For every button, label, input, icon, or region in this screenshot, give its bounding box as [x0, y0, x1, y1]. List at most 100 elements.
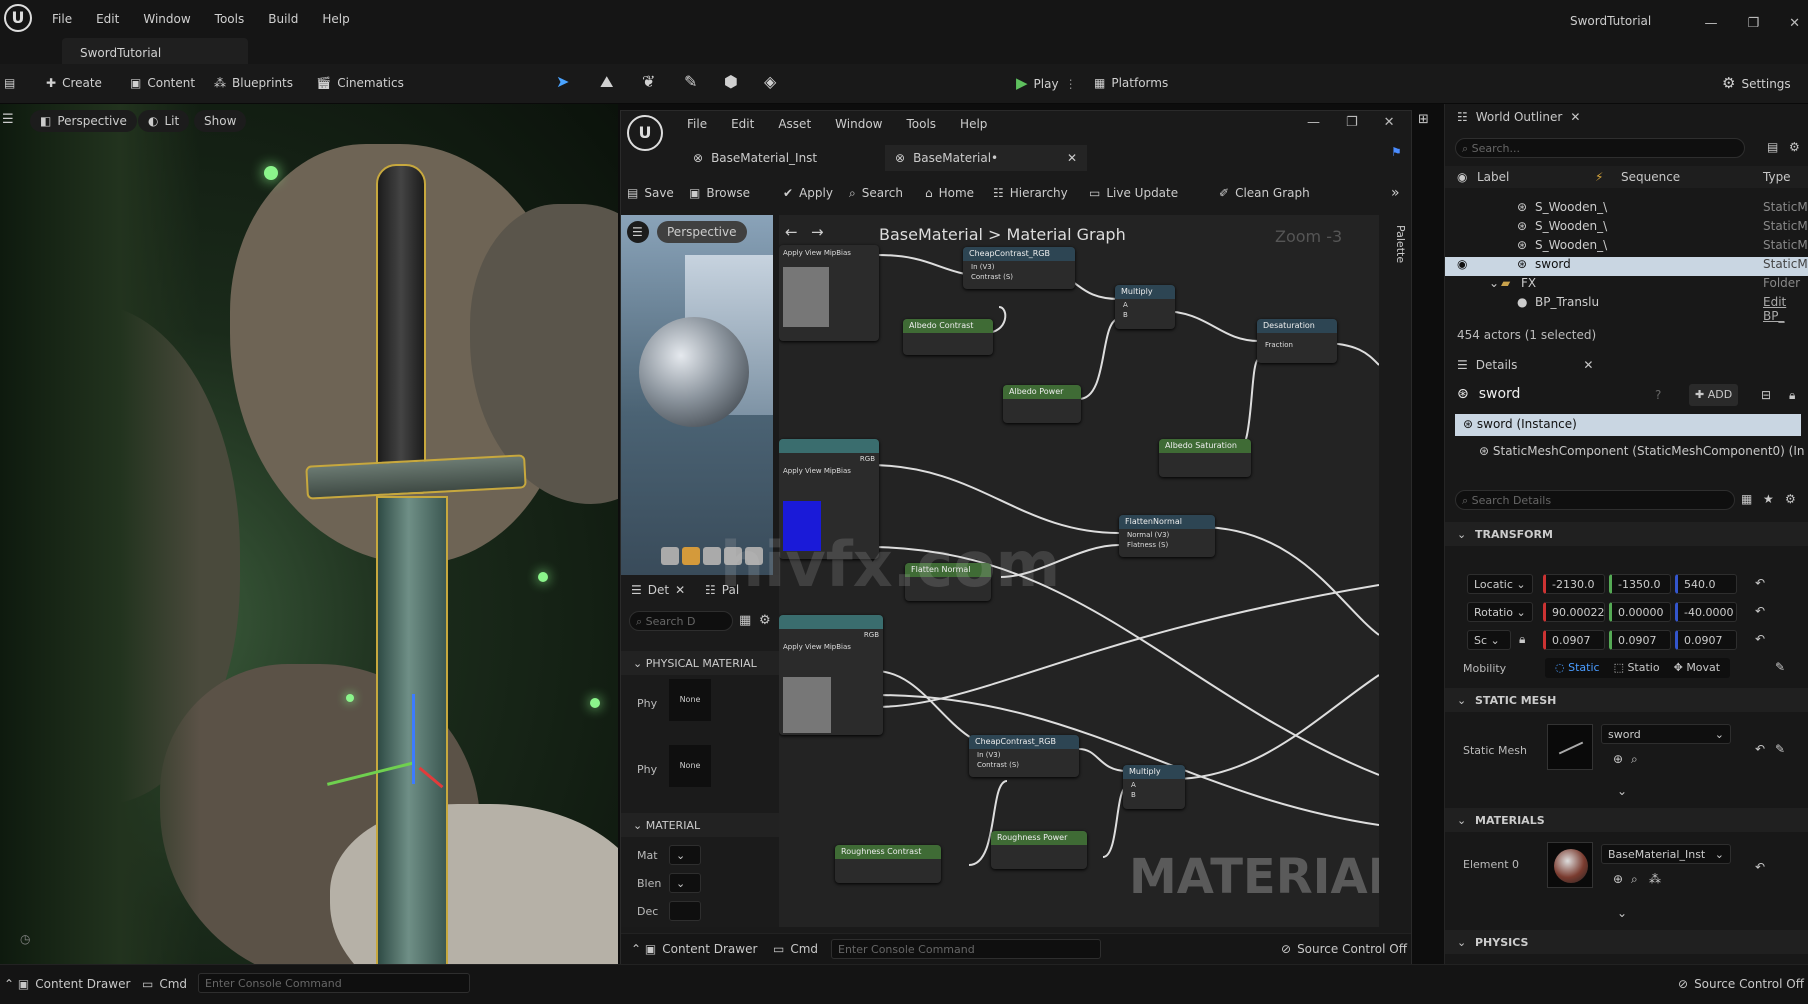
mobility-static[interactable]: ◌ Static: [1555, 661, 1600, 675]
me-menu-edit[interactable]: Edit: [731, 117, 754, 131]
table-view-icon[interactable]: ▦: [739, 613, 751, 628]
me-menu-asset[interactable]: Asset: [778, 117, 811, 131]
decal-dropdown[interactable]: [669, 901, 701, 921]
play-button[interactable]: ▶ Play ⋮: [1016, 76, 1077, 91]
sword-hilt[interactable]: [376, 164, 426, 494]
multiply-node[interactable]: Multiply A B: [1115, 285, 1175, 329]
star-icon[interactable]: ★: [1763, 492, 1774, 506]
cylinder-icon[interactable]: [661, 547, 679, 565]
foliage-mode-icon[interactable]: ❦: [642, 72, 655, 91]
blend-mode-dropdown[interactable]: ⌄: [669, 873, 701, 893]
pin-icon[interactable]: ⚡: [1595, 170, 1603, 184]
landscape-mode-icon[interactable]: ⛰: [600, 72, 613, 92]
details-tab[interactable]: ☰ Det ✕: [631, 583, 685, 597]
physical-material-section[interactable]: ⌄ PHYSICAL MATERIAL: [621, 651, 779, 675]
hierarchy-button[interactable]: ☷ Hierarchy: [993, 181, 1068, 205]
source-control-icon[interactable]: ⚑: [1391, 145, 1402, 159]
cheapcontrast-node-roughness[interactable]: CheapContrast_RGB In (V3) Contrast (S): [969, 735, 1079, 777]
details-tab[interactable]: ☰ Details ✕: [1457, 358, 1593, 372]
add-component-button[interactable]: ✚ ADD: [1689, 384, 1739, 406]
list-item-selected[interactable]: ◉⊛swordStaticMe: [1445, 257, 1808, 276]
close-icon[interactable]: ✕: [1583, 358, 1593, 372]
phys-material-thumb[interactable]: None: [669, 745, 711, 787]
transform-section[interactable]: TRANSFORM: [1445, 522, 1808, 546]
apply-button[interactable]: ✔ Apply: [783, 181, 833, 205]
rotation-dropdown[interactable]: Rotatio ⌄: [1467, 602, 1533, 622]
table-view-icon[interactable]: ▦: [1741, 492, 1752, 506]
level-tab[interactable]: SwordTutorial: [62, 38, 248, 64]
me-source-control-button[interactable]: ⊘ Source Control Off: [1281, 942, 1407, 956]
expand-toolbar-icon[interactable]: »: [1391, 181, 1400, 205]
save-icon[interactable]: ▤: [4, 76, 15, 90]
scale-z[interactable]: 0.0907: [1675, 630, 1737, 650]
static-mesh-dropdown[interactable]: sword ⌄: [1601, 724, 1731, 744]
albedo-power-param[interactable]: Albedo Power: [1003, 385, 1081, 423]
menu-build[interactable]: Build: [268, 12, 298, 26]
select-mode-icon[interactable]: ➤: [556, 72, 569, 91]
close-tab-icon[interactable]: ✕: [1067, 151, 1077, 165]
material-preview-viewport[interactable]: ☰ Perspective: [621, 215, 773, 575]
cheapcontrast-node[interactable]: CheapContrast_RGB In (V3) Contrast (S): [963, 247, 1075, 289]
instance-row[interactable]: ⊛ sword (Instance): [1455, 414, 1801, 436]
rotation-z[interactable]: -40.0000: [1675, 602, 1737, 622]
brush-icon[interactable]: ✎: [1775, 742, 1785, 756]
preview-menu-icon[interactable]: ☰: [627, 221, 649, 243]
help-icon[interactable]: ?: [1655, 388, 1661, 402]
rotation-x[interactable]: 90.00022: [1543, 602, 1605, 622]
close-icon[interactable]: ✕: [1789, 16, 1800, 31]
brush-icon[interactable]: ✎: [1775, 660, 1785, 674]
content-drawer-button[interactable]: ⌃ ▣ Content Drawer: [4, 977, 130, 991]
rotation-y[interactable]: 0.00000: [1609, 602, 1671, 622]
sequence-column[interactable]: Sequence: [1621, 170, 1680, 184]
gear-icon[interactable]: ⚙: [759, 613, 771, 628]
blueprints-button[interactable]: ⁂ Blueprints: [214, 76, 293, 90]
list-item[interactable]: ⊛S_Wooden_\StaticMe: [1445, 219, 1808, 238]
me-menu-window[interactable]: Window: [835, 117, 882, 131]
lock-icon[interactable]: 🔒︎: [1789, 388, 1795, 403]
reset-icon[interactable]: ↶: [1755, 632, 1765, 646]
content-button[interactable]: ▣ Content: [130, 76, 195, 90]
clean-graph-button[interactable]: ✐ Clean Graph: [1219, 181, 1310, 205]
platforms-button[interactable]: ▦ Platforms: [1094, 76, 1168, 90]
level-viewport[interactable]: ☰ ◧ Perspective ◐ Lit Show ◷: [0, 104, 618, 964]
blueprint-icon[interactable]: ⊟: [1761, 388, 1771, 402]
browse-asset-icon[interactable]: ⊕: [1613, 872, 1623, 886]
restore-icon[interactable]: ❐: [1346, 115, 1358, 130]
location-x[interactable]: -2130.0: [1543, 574, 1605, 594]
tab-basematerial[interactable]: ⊗ BaseMaterial• ✕: [885, 145, 1087, 171]
mesh-paint-icon[interactable]: ✎: [684, 72, 697, 91]
eye-icon[interactable]: ◉: [1457, 170, 1467, 184]
chevron-down-icon[interactable]: ⌄: [1489, 276, 1499, 290]
lit-button[interactable]: ◐ Lit: [138, 110, 190, 132]
texture-sample-node[interactable]: Apply View MipBias: [779, 245, 879, 341]
browse-button[interactable]: ▣ Browse: [689, 181, 750, 205]
source-control-button[interactable]: ⊘ Source Control Off: [1678, 977, 1804, 991]
modeling-icon[interactable]: ◈: [764, 72, 776, 91]
albedo-contrast-param[interactable]: Albedo Contrast: [903, 319, 993, 355]
static-mesh-section[interactable]: STATIC MESH: [1445, 688, 1808, 712]
lock-icon[interactable]: 🔒︎: [1519, 632, 1525, 647]
minimize-icon[interactable]: —: [1307, 115, 1320, 130]
outliner-search-input[interactable]: ⌕ Search...: [1455, 138, 1745, 158]
settings-button[interactable]: ⚙ Settings: [1722, 76, 1791, 91]
sphere-icon[interactable]: [682, 547, 700, 565]
home-button[interactable]: ⌂ Home: [925, 181, 974, 205]
me-content-drawer-button[interactable]: ⌃ ▣ Content Drawer: [631, 942, 757, 956]
physics-section[interactable]: PHYSICS: [1445, 930, 1808, 954]
list-item[interactable]: ⊛S_Wooden_\StaticMe: [1445, 238, 1808, 257]
menu-file[interactable]: File: [52, 12, 72, 26]
save-button[interactable]: ▤ Save: [627, 181, 674, 205]
scale-dropdown[interactable]: Sc ⌄: [1467, 630, 1511, 650]
me-menu-help[interactable]: Help: [960, 117, 987, 131]
menu-help[interactable]: Help: [322, 12, 349, 26]
gear-icon[interactable]: ⚙: [1785, 492, 1796, 506]
roughness-power-param[interactable]: Roughness Power: [991, 831, 1087, 869]
forward-arrow-icon[interactable]: →: [811, 223, 824, 241]
minimize-icon[interactable]: —: [1704, 16, 1717, 31]
viewport-menu-icon[interactable]: ☰: [2, 112, 14, 127]
reset-icon[interactable]: ↶: [1755, 576, 1765, 590]
type-column[interactable]: Type: [1763, 170, 1791, 184]
roughness-contrast-param[interactable]: Roughness Contrast: [835, 845, 941, 883]
material-section[interactable]: ⌄ MATERIAL: [621, 813, 779, 837]
multiply-node-roughness[interactable]: Multiply A B: [1123, 765, 1185, 809]
